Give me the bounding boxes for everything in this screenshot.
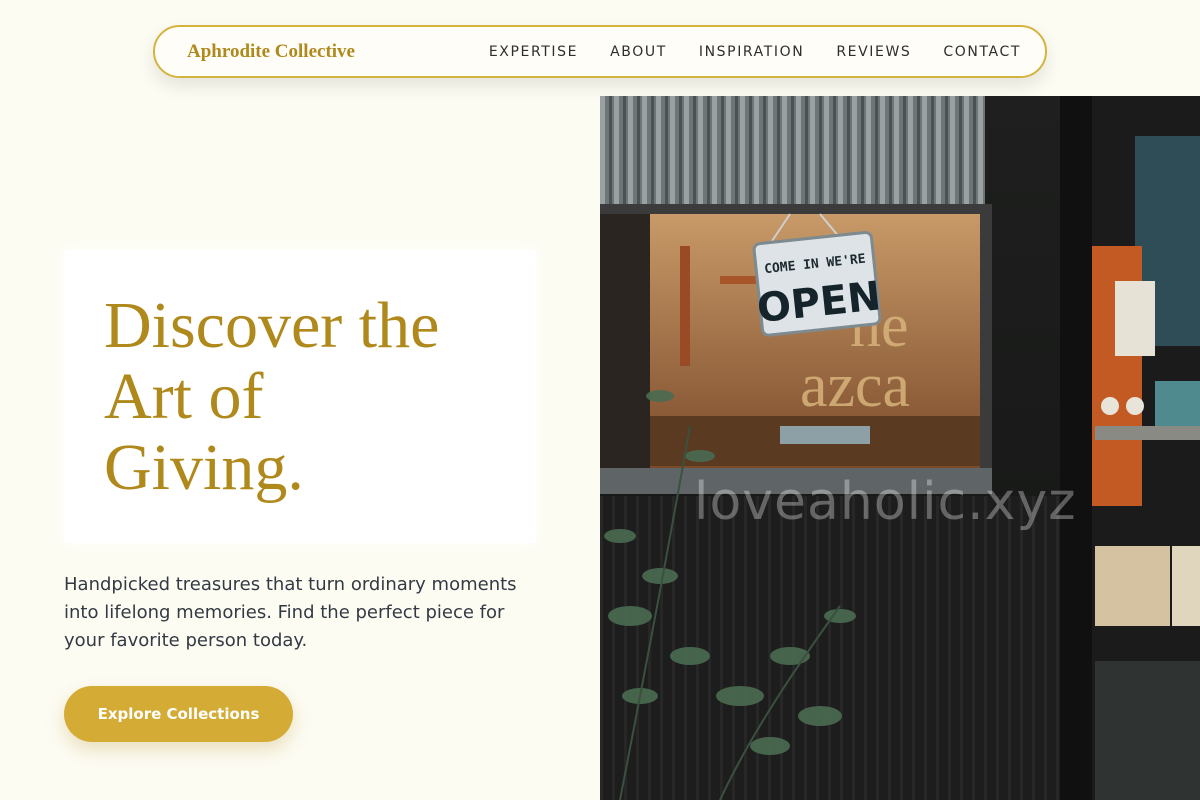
headline-card: Discover the Art of Giving. (64, 250, 536, 543)
svg-text:azca: azca (800, 352, 910, 420)
nav-link-inspiration[interactable]: INSPIRATION (699, 44, 804, 60)
nav-link-expertise[interactable]: EXPERTISE (489, 44, 578, 60)
nav-link-contact[interactable]: CONTACT (943, 44, 1021, 60)
nav-link-about[interactable]: ABOUT (610, 44, 667, 60)
nav-link-reviews[interactable]: REVIEWS (836, 44, 911, 60)
headline-line-2: Art of (104, 360, 264, 433)
storefront-photo: he azca COME IN WE'RE OPEN (600, 96, 1200, 800)
hero-headline: Discover the Art of Giving. (104, 290, 496, 503)
watermark-text: loveaholic.xyz (694, 472, 1077, 532)
hero-subtext: Handpicked treasures that turn ordinary … (64, 574, 517, 651)
brand-logo[interactable]: Aphrodite Collective (187, 41, 355, 63)
headline-line-3: Giving. (104, 431, 304, 504)
hero-image: he azca COME IN WE'RE OPEN (600, 96, 1200, 800)
headline-line-1: Discover the (104, 289, 440, 362)
nav-links: EXPERTISE ABOUT INSPIRATION REVIEWS CONT… (457, 44, 1021, 60)
navbar: Aphrodite Collective EXPERTISE ABOUT INS… (153, 25, 1047, 78)
explore-collections-button[interactable]: Explore Collections (64, 686, 293, 742)
